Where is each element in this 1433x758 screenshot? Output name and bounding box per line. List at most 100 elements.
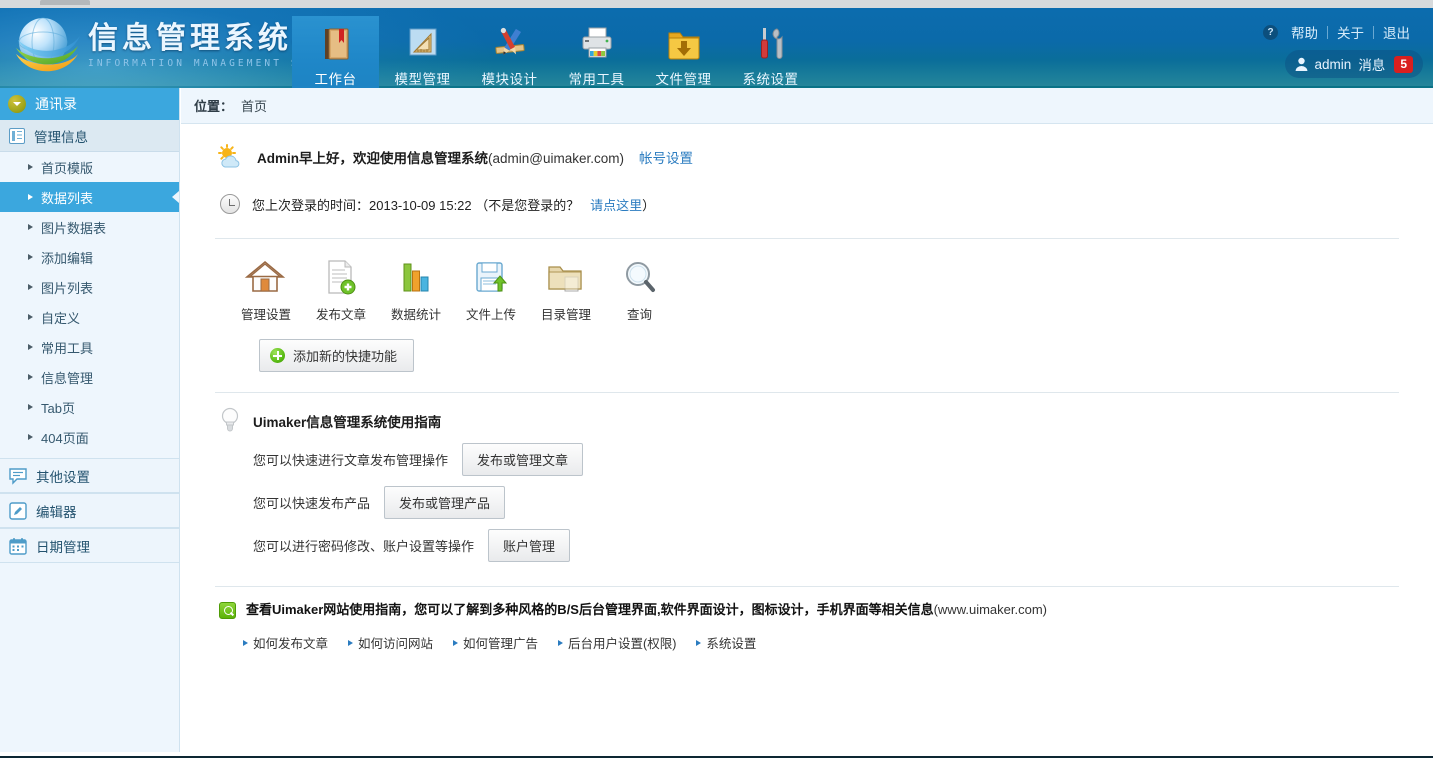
report-login-link[interactable]: 请点这里 (590, 198, 642, 213)
main-content: 位置： 首页 Admin早上好，欢迎使用信息管理系统(admin@uimaker… (181, 88, 1433, 752)
breadcrumb-label: 位置： (194, 99, 234, 114)
shortcut-label: 管理设置 (241, 308, 292, 322)
sidebar-item-label: 添加编辑 (41, 250, 94, 266)
sidebar-head-label: 通讯录 (35, 96, 77, 112)
sidebar-item-custom[interactable]: 自定义 (0, 302, 179, 332)
nav-item-workbench[interactable]: 工作台 (292, 16, 379, 88)
caret-right-icon (28, 434, 33, 440)
sidebar-item-data-list[interactable]: 数据列表 (0, 182, 179, 212)
sublink-how-to-manage-ads[interactable]: 如何管理广告 (453, 633, 538, 652)
account-settings-link[interactable]: 帐号设置 (639, 151, 693, 166)
sidebar-item-info-management[interactable]: 信息管理 (0, 362, 179, 392)
sidebar-item-label: 常用工具 (41, 340, 94, 356)
sidebar-item-label: 信息管理 (41, 370, 94, 386)
sidebar-item-add-edit[interactable]: 添加编辑 (0, 242, 179, 272)
nav-label: 模型管理 (394, 72, 451, 87)
guide-row: 您可以进行密码修改、账户设置等操作 账户管理 (215, 529, 1413, 562)
globe-swoosh-logo (8, 10, 86, 88)
plus-circle-icon (270, 348, 285, 363)
last-login-suffix: ） (642, 197, 656, 213)
shortcut-label: 数据统计 (391, 308, 442, 322)
caret-right-icon (28, 404, 33, 410)
sublink-how-to-visit-site[interactable]: 如何访问网站 (348, 633, 433, 652)
sidebar-item-tab-page[interactable]: Tab页 (0, 392, 179, 422)
sidebar-head-contacts[interactable]: 通讯录 (0, 88, 179, 120)
shortcut-publish-article[interactable]: 发布文章 (316, 257, 367, 323)
caret-right-icon (28, 224, 33, 230)
sidebar-item-label: 自定义 (41, 310, 81, 326)
sidebar-item-image-data-table[interactable]: 图片数据表 (0, 212, 179, 242)
about-link[interactable]: 关于 (1328, 22, 1373, 42)
guide-section: Uimaker信息管理系统使用指南 您可以快速进行文章发布管理操作 发布或管理文… (201, 393, 1413, 562)
document-add-icon (318, 257, 362, 297)
browser-tab-stub[interactable] (40, 0, 90, 5)
sidebar-item-editor[interactable]: 编辑器 (0, 493, 179, 528)
logout-link[interactable]: 退出 (1374, 22, 1419, 42)
sidebar-item-404-page[interactable]: 404页面 (0, 422, 179, 452)
message-label[interactable]: 消息 (1358, 54, 1385, 74)
sidebar-item-home-template[interactable]: 首页模版 (0, 152, 179, 182)
triangle-right-icon (696, 639, 702, 646)
nav-item-module-design[interactable]: 模块设计 (466, 16, 553, 88)
nav-item-common-tools[interactable]: 常用工具 (553, 16, 640, 88)
user-icon (1295, 57, 1308, 71)
app-window: 信息管理系统界面 INFORMATION MANAGEMENT SYSTEM G… (0, 0, 1433, 758)
nav-item-system-settings[interactable]: 系统设置 (727, 16, 814, 88)
shortcut-label: 发布文章 (316, 308, 367, 322)
sublink-system-settings[interactable]: 系统设置 (696, 633, 756, 652)
list-box-icon (9, 127, 25, 144)
sidebar-item-date-management[interactable]: 日期管理 (0, 528, 179, 563)
triangle-right-icon (453, 639, 459, 646)
screwdriver-wrench-icon (751, 24, 791, 64)
user-pill[interactable]: admin 消息 5 (1284, 50, 1423, 78)
sidebar-item-common-tools[interactable]: 常用工具 (0, 332, 179, 362)
guide-title: Uimaker信息管理系统使用指南 (253, 415, 442, 430)
sidebar-section-label: 编辑器 (36, 504, 77, 520)
header-links: ? 帮助 关于 退出 (1263, 22, 1419, 42)
caret-right-icon (28, 194, 33, 200)
publish-manage-article-button[interactable]: 发布或管理文章 (462, 443, 584, 476)
last-login-prefix: 您上次登录的时间：2013-10-09 15:22 （不是您登录的？ (252, 197, 580, 213)
sidebar-item-image-list[interactable]: 图片列表 (0, 272, 179, 302)
sublink-backend-user-settings[interactable]: 后台用户设置(权限) (558, 633, 676, 652)
shortcut-search[interactable]: 查询 (616, 257, 663, 323)
nav-item-file-management[interactable]: 文件管理 (640, 16, 727, 88)
account-management-button[interactable]: 账户管理 (488, 529, 571, 562)
ruler-triangle-icon (403, 24, 443, 64)
add-shortcut-button[interactable]: 添加新的快捷功能 (259, 339, 415, 372)
printer-icon (577, 24, 617, 64)
sidebar-item-label: 图片列表 (41, 280, 94, 296)
shortcut-list: 管理设置 发布文章 数据统计 文件上传 目录管理 查询 (201, 239, 1413, 323)
nav-label: 工作台 (314, 72, 357, 87)
shortcut-label: 文件上传 (466, 308, 517, 322)
sublink-how-to-publish-article[interactable]: 如何发布文章 (243, 633, 328, 652)
nav-item-model-management[interactable]: 模型管理 (379, 16, 466, 88)
bar-chart-icon (393, 257, 437, 297)
caret-right-icon (28, 164, 33, 170)
message-count-badge: 5 (1394, 55, 1413, 73)
book-icon (316, 24, 356, 64)
guide-row-text: 您可以快速发布产品 (253, 496, 371, 511)
publish-manage-product-button[interactable]: 发布或管理产品 (384, 486, 506, 519)
shortcut-directory-management[interactable]: 目录管理 (541, 257, 591, 323)
welcome-email: (admin@uimaker.com) (488, 151, 624, 166)
clock-icon (220, 194, 240, 214)
shortcut-data-statistics[interactable]: 数据统计 (391, 257, 442, 323)
shortcut-management-settings[interactable]: 管理设置 (241, 257, 292, 323)
main-nav: 工作台 模型管理 模块设计 常用工具 文件管理 系统设置 (292, 16, 814, 88)
nav-label: 模块设计 (481, 72, 538, 87)
guide-row: 您可以快速进行文章发布管理操作 发布或管理文章 (215, 443, 1413, 476)
help-link[interactable]: 帮助 (1282, 22, 1327, 42)
sidebar-item-label: 404页面 (41, 430, 89, 446)
shortcut-file-upload[interactable]: 文件上传 (466, 257, 517, 323)
notice-url: (www.uimaker.com) (933, 602, 1048, 617)
last-login-text: 您上次登录的时间：2013-10-09 15:22 （不是您登录的？ 请点这里） (252, 195, 655, 214)
app-header: 信息管理系统界面 INFORMATION MANAGEMENT SYSTEM G… (0, 8, 1433, 88)
sidebar-item-label: 首页模版 (41, 160, 94, 176)
sidebar: 通讯录 管理信息 首页模版 数据列表 图片数据表 添加编辑 图片列表 自定义 常… (0, 88, 180, 752)
sublink-label: 如何发布文章 (253, 637, 329, 651)
notice-text: 查看Uimaker网站使用指南，您可以了解到多种风格的B/S后台管理界面,软件界… (246, 601, 1047, 619)
caret-right-icon (28, 344, 33, 350)
sidebar-group-management-info[interactable]: 管理信息 (0, 120, 179, 152)
sidebar-item-other-settings[interactable]: 其他设置 (0, 458, 179, 493)
